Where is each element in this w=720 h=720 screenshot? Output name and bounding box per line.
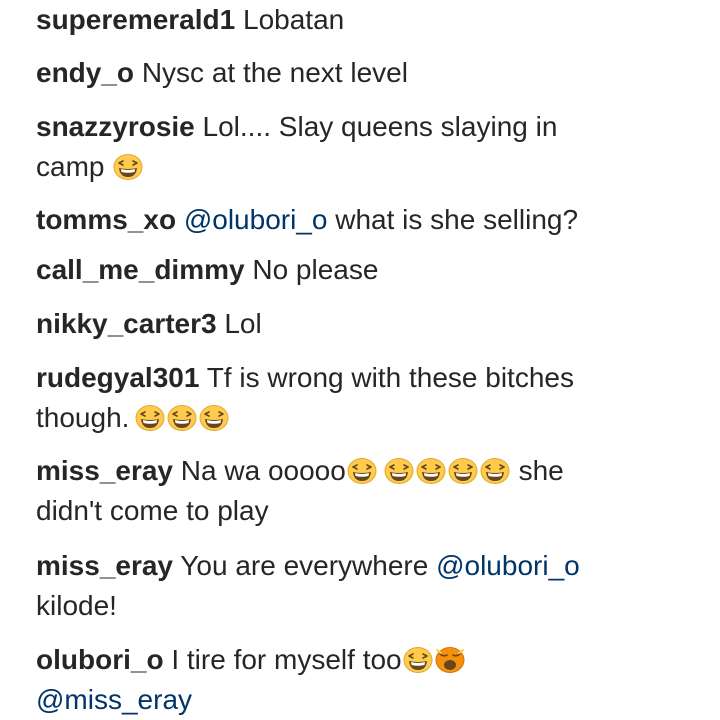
comment-text: Lol.... Slay queens slaying in [202, 111, 558, 142]
grinning-squinting-face-icon [135, 404, 165, 432]
grinning-squinting-face-icon [384, 457, 414, 485]
grinning-squinting-face-icon [448, 457, 478, 485]
comment-item: rudegyal301 Tf is wrong with these bitch… [36, 358, 676, 438]
comment-username[interactable]: olubori_o [36, 644, 164, 675]
grinning-squinting-face-icon [403, 646, 433, 674]
comment-mention[interactable]: @miss_eray [36, 684, 192, 715]
grinning-squinting-face-icon [416, 457, 446, 485]
comment-text: though. [36, 402, 130, 433]
grinning-squinting-face-icon [199, 404, 229, 432]
comment-text: Lobatan [243, 4, 345, 35]
comment-item: superemerald1 Lobatan [36, 0, 676, 40]
grinning-squinting-face-icon [113, 153, 143, 181]
comment-username[interactable]: snazzyrosie [36, 111, 195, 142]
grinning-squinting-face-icon [167, 404, 197, 432]
comment-username[interactable]: rudegyal301 [36, 362, 199, 393]
comment-item: olubori_o I tire for myself too @miss_er… [36, 640, 676, 720]
grinning-squinting-face-icon [480, 457, 510, 485]
comment-username[interactable]: superemerald1 [36, 4, 235, 35]
comment-username[interactable]: nikky_carter3 [36, 308, 217, 339]
comment-text: kilode! [36, 590, 117, 621]
comment-text: what is she selling? [335, 204, 579, 235]
comment-text: she [518, 455, 564, 486]
comment-item: snazzyrosie Lol.... Slay queens slaying … [36, 107, 676, 187]
comment-item: nikky_carter3 Lol [36, 304, 676, 344]
comment-text: didn't come to play [36, 495, 269, 526]
comment-item: miss_eray Na wa ooooo she didn't come to… [36, 451, 676, 531]
comment-text: camp [36, 151, 105, 182]
comment-username[interactable]: tomms_xo [36, 204, 176, 235]
grinning-squinting-face-icon [347, 457, 377, 485]
comment-text: Lol [224, 308, 262, 339]
comment-text: You are everywhere [180, 550, 429, 581]
comment-username[interactable]: endy_o [36, 57, 134, 88]
weary-face-icon [435, 646, 465, 674]
comment-mention[interactable]: @olubori_o [184, 204, 328, 235]
comment-item: miss_eray You are everywhere @olubori_o … [36, 546, 676, 626]
comment-username[interactable]: miss_eray [36, 550, 173, 581]
comment-username[interactable]: miss_eray [36, 455, 173, 486]
comment-text: Na wa ooooo [180, 455, 346, 486]
comment-item: endy_o Nysc at the next level [36, 53, 676, 93]
comment-mention[interactable]: @olubori_o [436, 550, 580, 581]
comment-text: Tf is wrong with these bitches [206, 362, 574, 393]
comment-item: call_me_dimmy No please [36, 250, 676, 290]
comment-text: Nysc at the next level [141, 57, 408, 88]
comment-item: tomms_xo @olubori_o what is she selling? [36, 200, 676, 240]
comment-text: I tire for myself too [171, 644, 402, 675]
comment-text: No please [252, 254, 379, 285]
comment-username[interactable]: call_me_dimmy [36, 254, 245, 285]
